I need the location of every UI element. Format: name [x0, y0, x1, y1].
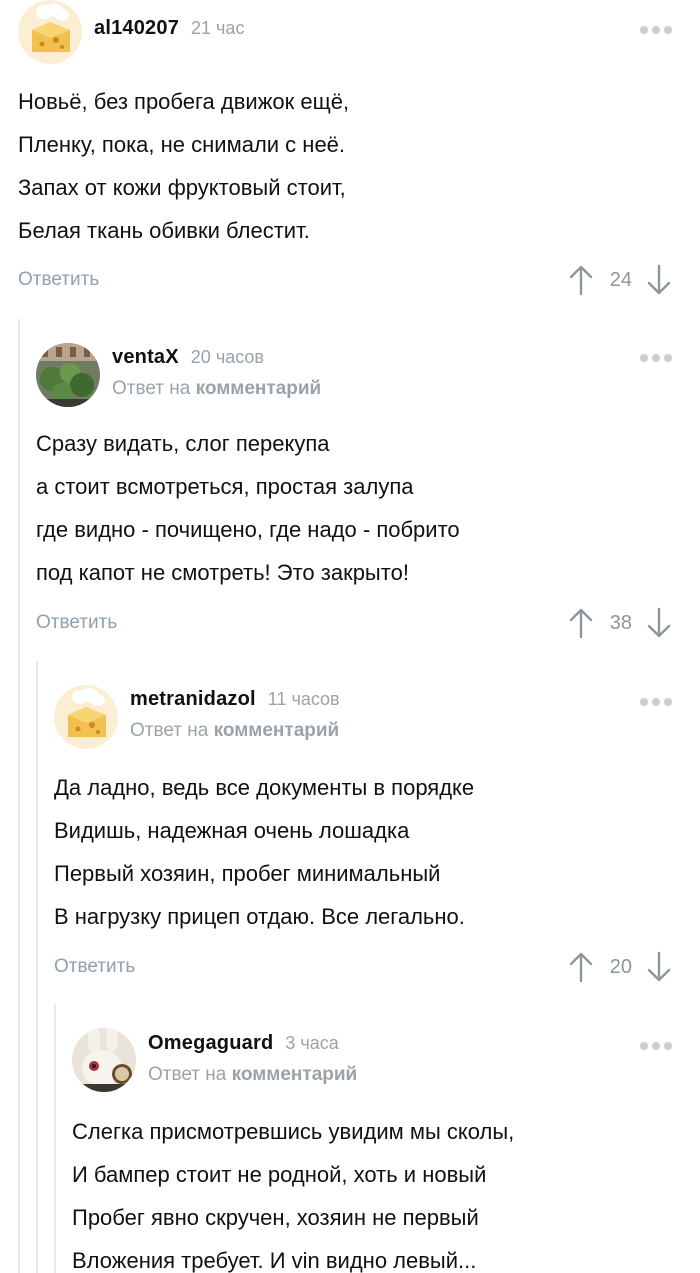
arrow-down-icon[interactable]	[646, 607, 672, 639]
reply-button[interactable]: Ответить	[18, 269, 99, 291]
comment-line: под капот не смотреть! Это закрыто!	[36, 560, 409, 585]
comment-line: В нагрузку прицеп отдаю. Все легально.	[54, 904, 465, 929]
comment-time: 20 часов	[190, 347, 264, 367]
more-dots-icon[interactable]	[640, 26, 672, 34]
reply-to: Ответ на комментарий	[148, 1064, 357, 1086]
chef-hat-avatar-icon	[54, 685, 118, 749]
arrow-down-icon[interactable]	[646, 951, 672, 983]
plants-photo-avatar-icon	[36, 343, 100, 407]
comment-time: 21 час	[191, 18, 245, 38]
arrow-down-icon[interactable]	[646, 264, 672, 296]
comment-author[interactable]: ventaX	[112, 346, 179, 369]
comment-line: Пробег явно скручен, хозяин не первый	[72, 1205, 479, 1230]
reply-button[interactable]: Ответить	[36, 612, 117, 634]
comment-line: И бампер стоит не родной, хоть и новый	[72, 1162, 487, 1187]
comment-author[interactable]: metranidazol	[130, 688, 256, 711]
comment-line: Видишь, надежная очень лошадка	[54, 818, 410, 843]
comment-line: Вложения требует. И vin видно левый...	[72, 1248, 477, 1273]
comment-text: Новьё, без пробега движок ещё, Пленку, п…	[18, 80, 349, 252]
comment-line: Запах от кожи фруктовый стоит,	[18, 175, 346, 200]
arrow-up-icon[interactable]	[568, 264, 594, 296]
comment-line: Первый хозяин, пробег минимальный	[54, 861, 441, 886]
reply-to: Ответ на комментарий	[112, 378, 321, 400]
reply-to-prefix: Ответ на	[130, 720, 209, 741]
rating-value: 24	[609, 268, 632, 291]
reply-to-link[interactable]: комментарий	[196, 378, 322, 399]
avatar[interactable]	[72, 1028, 136, 1092]
comment-time: 3 часа	[285, 1033, 339, 1053]
avatar[interactable]	[36, 343, 100, 407]
comment-line: Сразу видать, слог перекупа	[36, 431, 330, 456]
comment-metranidazol: metranidazol 11 часов Ответ на комментар…	[36, 661, 700, 1001]
avatar[interactable]	[54, 685, 118, 749]
comment-line: где видно - почищено, где надо - побрито	[36, 517, 460, 542]
reply-to-prefix: Ответ на	[112, 378, 191, 399]
more-dots-icon[interactable]	[640, 354, 672, 362]
arrow-up-icon[interactable]	[568, 951, 594, 983]
comment-line: Да ладно, ведь все документы в порядке	[54, 775, 475, 800]
comment-line: а стоит всмотреться, простая залупа	[36, 474, 414, 499]
reply-to-prefix: Ответ на	[148, 1064, 227, 1085]
chef-hat-avatar-icon	[18, 0, 82, 64]
avatar[interactable]	[18, 0, 82, 64]
comment-line: Слегка присмотревшись увидим мы сколы,	[72, 1119, 515, 1144]
more-dots-icon[interactable]	[640, 1042, 672, 1050]
white-rabbit-avatar-icon	[72, 1028, 136, 1092]
reply-button[interactable]: Ответить	[54, 956, 135, 978]
comment-line: Пленку, пока, не снимали с неё.	[18, 132, 346, 157]
rating-value: 20	[609, 955, 632, 978]
rating-value: 38	[609, 611, 632, 634]
comment-ventax: ventaX 20 часов Ответ на комментарий Сра…	[18, 319, 700, 659]
comment-author[interactable]: al140207	[94, 17, 179, 40]
comment-time: 11 часов	[267, 689, 340, 709]
comment-line: Белая ткань обивки блестит.	[18, 218, 310, 243]
comment-text: Да ладно, ведь все документы в порядке В…	[54, 766, 474, 938]
rating-controls: 20	[568, 951, 672, 983]
reply-to: Ответ на комментарий	[130, 720, 340, 742]
arrow-up-icon[interactable]	[568, 607, 594, 639]
reply-to-link[interactable]: комментарий	[232, 1064, 358, 1085]
reply-to-link[interactable]: комментарий	[214, 720, 340, 741]
comment-omegaguard: Omegaguard 3 часа Ответ на комментарий С…	[54, 1004, 700, 1273]
more-dots-icon[interactable]	[640, 698, 672, 706]
comment-line: Новьё, без пробега движок ещё,	[18, 89, 350, 114]
comment-author[interactable]: Omegaguard	[148, 1032, 273, 1055]
comment-al140207: al140207 21 час Новьё, без пробега движо…	[0, 0, 700, 310]
comment-text: Сразу видать, слог перекупа а стоит всмо…	[36, 422, 460, 594]
comment-text: Слегка присмотревшись увидим мы сколы, И…	[72, 1110, 514, 1273]
rating-controls: 38	[568, 607, 672, 639]
rating-controls: 24	[568, 264, 672, 296]
